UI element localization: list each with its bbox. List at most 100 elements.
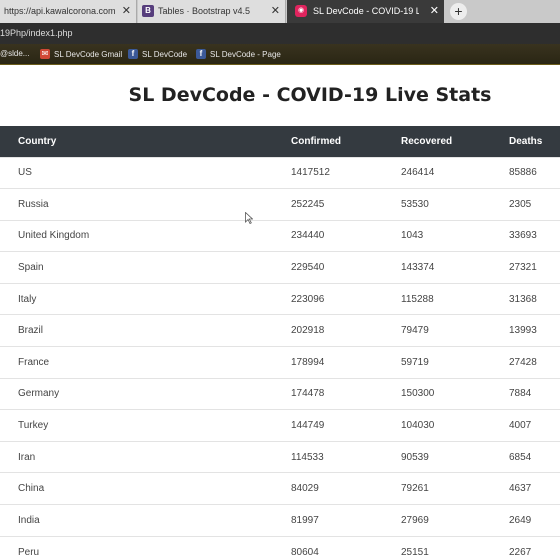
cell-recovered: 79261 xyxy=(401,483,429,495)
cell-country: Iran xyxy=(18,451,36,463)
cell-deaths: 33693 xyxy=(509,230,537,242)
table-row: United Kingdom 234440 1043 33693 xyxy=(0,220,560,252)
cell-country: Germany xyxy=(18,388,60,400)
table-row: US 1417512 246414 85886 xyxy=(0,157,560,189)
cell-deaths: 27428 xyxy=(509,356,537,368)
cell-country: Peru xyxy=(18,546,40,558)
cell-country: United Kingdom xyxy=(18,230,90,242)
table-row: Spain 229540 143374 27321 xyxy=(0,251,560,284)
table-row: Russia 252245 53530 2305 xyxy=(0,188,560,221)
cell-deaths: 13993 xyxy=(509,325,537,337)
column-header-recovered: Recovered xyxy=(401,135,453,147)
cell-confirmed: 223096 xyxy=(291,293,325,305)
url-text[interactable]: 19Php/index1.php xyxy=(0,28,73,38)
table-row: Turkey 144749 104030 4007 xyxy=(0,409,560,442)
tab-kawalcorona[interactable]: https://api.kawalcorona.com ✕ xyxy=(0,0,137,23)
cell-country: Turkey xyxy=(18,420,49,432)
bookmark-facebook-page[interactable]: f SL DevCode - Page xyxy=(196,49,281,59)
cell-country: Brazil xyxy=(18,325,44,337)
cell-deaths: 85886 xyxy=(509,167,537,179)
cell-confirmed: 229540 xyxy=(291,262,325,274)
cell-recovered: 90539 xyxy=(401,451,429,463)
facebook-icon: f xyxy=(196,49,206,59)
cell-recovered: 150300 xyxy=(401,388,435,400)
table-row: Italy 223096 115288 31368 xyxy=(0,283,560,315)
close-icon[interactable]: ✕ xyxy=(430,5,439,17)
browser-tab-bar: https://api.kawalcorona.com ✕ B Tables ·… xyxy=(0,0,560,23)
bookmark-label: SL DevCode Gmail xyxy=(54,49,123,59)
table-row: Iran 114533 90539 6854 xyxy=(0,441,560,473)
cell-recovered: 104030 xyxy=(401,420,435,432)
bookmark-facebook[interactable]: f SL DevCode xyxy=(128,49,187,59)
tab-title: https://api.kawalcorona.com xyxy=(4,6,116,16)
cell-confirmed: 81997 xyxy=(291,514,319,526)
cell-confirmed: 252245 xyxy=(291,198,325,210)
cell-country: France xyxy=(18,356,50,368)
bookmark-label: SL DevCode - Page xyxy=(210,49,281,59)
cell-recovered: 143374 xyxy=(401,262,435,274)
cell-deaths: 4007 xyxy=(509,420,532,432)
close-icon[interactable]: ✕ xyxy=(271,5,280,17)
gmail-icon: ✉ xyxy=(40,49,50,59)
cell-recovered: 79479 xyxy=(401,325,429,337)
tab-bootstrap-tables[interactable]: B Tables · Bootstrap v4.5 ✕ xyxy=(138,0,286,23)
cell-recovered: 27969 xyxy=(401,514,429,526)
table-header: Country Confirmed Recovered Deaths xyxy=(0,126,560,157)
bookmark-item[interactable]: @slde... xyxy=(0,49,29,58)
cell-deaths: 27321 xyxy=(509,262,537,274)
bootstrap-icon: B xyxy=(142,5,154,17)
cell-confirmed: 178994 xyxy=(291,356,325,368)
cell-confirmed: 202918 xyxy=(291,325,325,337)
cell-deaths: 31368 xyxy=(509,293,537,305)
site-favicon-icon: ◉ xyxy=(295,5,307,17)
cell-deaths: 2649 xyxy=(509,514,532,526)
tab-title: Tables · Bootstrap v4.5 xyxy=(158,6,251,16)
cell-deaths: 6854 xyxy=(509,451,532,463)
cell-recovered: 59719 xyxy=(401,356,429,368)
cell-deaths: 4637 xyxy=(509,483,532,495)
bookmarks-bar: @slde... ✉ SL DevCode Gmail f SL DevCode… xyxy=(0,44,560,65)
table-row: India 81997 27969 2649 xyxy=(0,504,560,537)
new-tab-button[interactable]: + xyxy=(450,3,467,20)
cell-confirmed: 80604 xyxy=(291,546,319,558)
mouse-cursor-icon xyxy=(245,212,253,224)
column-header-confirmed: Confirmed xyxy=(291,135,341,147)
table-header-row: Country Confirmed Recovered Deaths xyxy=(0,126,560,157)
bookmark-gmail[interactable]: ✉ SL DevCode Gmail xyxy=(40,49,122,59)
bookmark-label: @slde... xyxy=(0,49,30,58)
table-row: Brazil 202918 79479 13993 xyxy=(0,314,560,347)
cell-confirmed: 174478 xyxy=(291,388,325,400)
tab-title: SL DevCode - COVID-19 Live stats xyxy=(313,6,419,16)
cell-deaths: 7884 xyxy=(509,388,532,400)
column-header-deaths: Deaths xyxy=(509,135,543,147)
cell-recovered: 25151 xyxy=(401,546,429,558)
facebook-icon: f xyxy=(128,49,138,59)
table-row: France 178994 59719 27428 xyxy=(0,346,560,379)
cell-confirmed: 144749 xyxy=(291,420,325,432)
address-bar[interactable]: 19Php/index1.php xyxy=(0,23,560,44)
close-icon[interactable]: ✕ xyxy=(122,5,131,17)
tab-covid-stats-active[interactable]: ◉ SL DevCode - COVID-19 Live stats ✕ xyxy=(287,0,444,23)
table-row: Germany 174478 150300 7884 xyxy=(0,378,560,410)
bookmark-label: SL DevCode xyxy=(142,49,188,59)
table-body: US 1417512 246414 85886 Russia 252245 53… xyxy=(0,157,560,560)
cell-confirmed: 234440 xyxy=(291,230,325,242)
table-row: Peru 80604 25151 2267 xyxy=(0,536,560,560)
cell-confirmed: 1417512 xyxy=(291,167,330,179)
cell-country: India xyxy=(18,514,40,526)
cell-confirmed: 114533 xyxy=(291,451,324,463)
cell-recovered: 246414 xyxy=(401,167,435,179)
cell-deaths: 2305 xyxy=(509,198,532,210)
cell-country: Italy xyxy=(18,293,37,305)
cell-country: Spain xyxy=(18,262,44,274)
cell-recovered: 53530 xyxy=(401,198,429,210)
cell-recovered: 1043 xyxy=(401,230,424,242)
column-header-country: Country xyxy=(18,135,57,147)
cell-country: China xyxy=(18,483,45,495)
cell-recovered: 115288 xyxy=(401,293,434,305)
stats-table: Country Confirmed Recovered Deaths US 14… xyxy=(0,126,560,560)
table-row: China 84029 79261 4637 xyxy=(0,472,560,505)
cell-country: US xyxy=(18,167,32,179)
cell-deaths: 2267 xyxy=(509,546,532,558)
page-title: SL DevCode - COVID-19 Live Stats xyxy=(128,84,492,106)
